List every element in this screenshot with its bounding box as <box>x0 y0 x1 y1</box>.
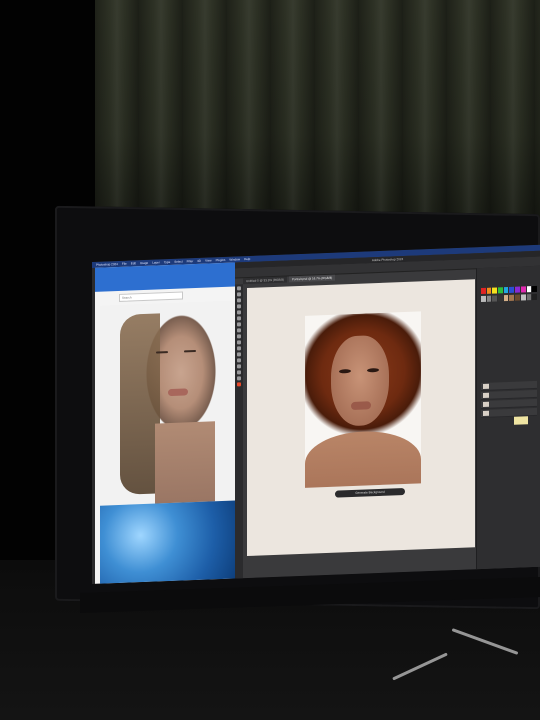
portrait-face <box>331 334 389 427</box>
zoom-icon[interactable] <box>237 376 241 381</box>
eyedropper-icon[interactable] <box>237 310 241 315</box>
dodge-icon[interactable] <box>237 340 241 345</box>
menubar-type[interactable]: Type <box>164 260 171 264</box>
gradient-icon[interactable] <box>237 334 241 339</box>
swatches-panel[interactable] <box>481 285 537 302</box>
layer-row[interactable] <box>481 407 537 419</box>
photoshop-window: Adobe Photoshop 2024 Untitled-5 @ 33.3% … <box>235 250 540 579</box>
menubar-plugins[interactable]: Plugins <box>216 258 226 262</box>
tab-untitled[interactable]: Untitled-5 @ 33.3% (RGB/8) <box>243 276 287 285</box>
contextual-taskbar[interactable]: Generate Background <box>335 487 405 498</box>
tab-portrait[interactable]: Portrait.psd @ 16.7% (RGB/8) <box>288 274 336 283</box>
search-input[interactable]: Search <box>119 291 183 302</box>
menubar-3d[interactable]: 3D <box>197 259 201 263</box>
wet-portrait-photo[interactable] <box>100 300 235 506</box>
right-panels <box>476 265 540 570</box>
portrait-lips <box>351 401 371 411</box>
menubar-file[interactable]: File <box>122 262 127 266</box>
menubar-edit[interactable]: Edit <box>131 261 136 265</box>
tools-panel <box>235 284 243 579</box>
photo-eye-right <box>184 350 196 353</box>
hand-icon[interactable] <box>237 370 241 375</box>
water-photo[interactable] <box>100 500 235 584</box>
stamp-icon[interactable] <box>237 322 241 327</box>
photo-hair <box>120 313 160 495</box>
monitor-screen: Photoshop 2024 File Edit Image Layer Typ… <box>92 244 540 584</box>
marquee-tool-icon[interactable] <box>237 292 241 297</box>
menubar-help[interactable]: Help <box>244 257 250 261</box>
crop-tool-icon[interactable] <box>237 304 241 309</box>
foreground-color-swatch[interactable] <box>237 382 241 387</box>
curtain <box>95 0 540 225</box>
menubar-select[interactable]: Select <box>174 260 182 264</box>
document-canvas[interactable]: Generate Background <box>247 279 475 557</box>
portrait-eye-left <box>339 369 351 374</box>
menubar-image[interactable]: Image <box>140 261 148 265</box>
menubar-layer[interactable]: Layer <box>152 260 160 264</box>
browser-window: Search <box>95 262 235 584</box>
menubar-window[interactable]: Window <box>229 257 240 261</box>
menubar-view[interactable]: View <box>205 258 211 262</box>
brush-icon[interactable] <box>237 316 241 321</box>
eraser-icon[interactable] <box>237 328 241 333</box>
sticky-note <box>514 416 528 425</box>
browser-header <box>95 262 235 292</box>
move-tool-icon[interactable] <box>237 286 241 291</box>
lasso-tool-icon[interactable] <box>237 298 241 303</box>
portrait-eye-right <box>367 367 379 373</box>
photo-eye-left <box>156 351 168 354</box>
type-icon[interactable] <box>237 352 241 357</box>
photo-lips <box>168 388 188 397</box>
curly-portrait-photo[interactable] <box>305 311 421 488</box>
path-select-icon[interactable] <box>237 358 241 363</box>
pen-icon[interactable] <box>237 346 241 351</box>
photo-neck <box>155 421 215 504</box>
menubar-filter[interactable]: Filter <box>187 259 194 263</box>
shape-icon[interactable] <box>237 364 241 369</box>
